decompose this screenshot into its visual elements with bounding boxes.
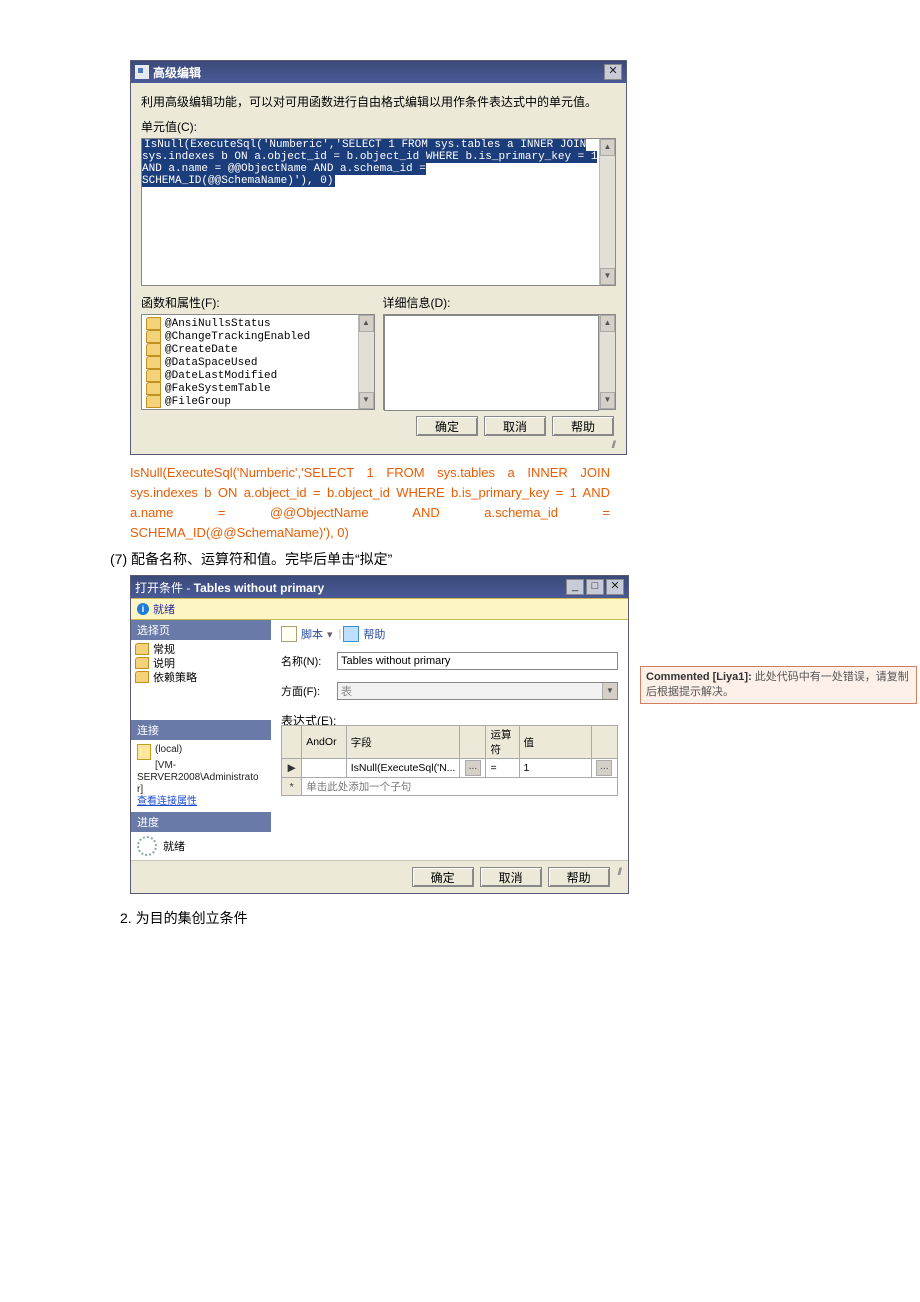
- help-icon[interactable]: [343, 626, 359, 642]
- mini-toolbar: 脚本 ▾ | 帮助: [281, 626, 618, 642]
- server-icon: [137, 744, 151, 760]
- scroll-up-icon[interactable]: ▲: [359, 315, 374, 332]
- sidebar-item-depend[interactable]: 依赖策略: [131, 670, 271, 684]
- list-item[interactable]: @DateLastModified: [142, 369, 358, 382]
- dialog-advanced-edit: 高级编辑 ✕ 利用高级编辑功能，可以对可用函数进行自由格式编辑以用作条件表达式中…: [130, 60, 627, 455]
- info-icon: i: [137, 603, 149, 615]
- close-icon[interactable]: ✕: [604, 64, 622, 80]
- sidebar-item-desc[interactable]: 说明: [131, 656, 271, 670]
- titlebar[interactable]: 高级编辑 ✕: [131, 61, 626, 83]
- minimize-icon[interactable]: _: [566, 579, 584, 595]
- progress-block: 就绪: [131, 832, 271, 860]
- name-label: 名称(N):: [281, 653, 337, 669]
- scrollbar[interactable]: ▲ ▼: [599, 139, 615, 285]
- page-icon: [135, 643, 149, 655]
- ellipsis-button[interactable]: ...: [465, 760, 481, 776]
- help-button[interactable]: 帮助: [548, 867, 610, 887]
- script-icon[interactable]: [281, 626, 297, 642]
- code-selection: IsNull(ExecuteSql('Numberic','SELECT 1 F…: [142, 139, 597, 187]
- folder-icon: [146, 343, 161, 356]
- scroll-down-icon[interactable]: ▼: [359, 392, 374, 409]
- step2-text: 2. 为目的集创立条件: [120, 908, 870, 928]
- scroll-down-icon[interactable]: ▼: [600, 268, 615, 285]
- functions-list[interactable]: @AnsiNullsStatus @ChangeTrackingEnabled …: [142, 315, 358, 409]
- col-val[interactable]: 值: [519, 726, 591, 759]
- review-comment[interactable]: Commented [Liya1]: 此处代码中有一处错误，请复制后根据提示解决…: [640, 666, 917, 704]
- maximize-icon[interactable]: □: [586, 579, 604, 595]
- cancel-button[interactable]: 取消: [480, 867, 542, 887]
- script-button[interactable]: 脚本: [301, 626, 323, 642]
- col-op[interactable]: 运算符: [486, 726, 519, 759]
- progress-icon: [137, 836, 157, 856]
- ellipsis-button[interactable]: ...: [596, 760, 612, 776]
- folder-icon: [146, 382, 161, 395]
- page-icon: [135, 657, 149, 669]
- details-pane[interactable]: [384, 315, 600, 411]
- view-conn-link[interactable]: 查看连接属性: [137, 796, 197, 807]
- folder-icon: [146, 330, 161, 343]
- status-text: 就绪: [153, 601, 175, 617]
- resize-grip-icon[interactable]: ///: [618, 867, 622, 877]
- dialog-title: 高级编辑: [153, 64, 602, 81]
- col-andor[interactable]: AndOr: [302, 726, 346, 759]
- list-item[interactable]: @AnsiNullsStatus: [142, 317, 358, 330]
- dialog-open-condition: 打开条件 - Tables without primary _ □ ✕ i 就绪…: [130, 575, 629, 894]
- list-item[interactable]: @FakeSystemTable: [142, 382, 358, 395]
- scrollbar[interactable]: ▲ ▼: [599, 315, 615, 409]
- nav-header: 选择页: [131, 620, 271, 640]
- ok-button[interactable]: 确定: [412, 867, 474, 887]
- cancel-button[interactable]: 取消: [484, 416, 546, 436]
- nav-list: 常规 说明 依赖策略: [131, 640, 271, 720]
- conn-header: 连接: [131, 720, 271, 740]
- wizard-icon: [135, 65, 149, 79]
- list-item[interactable]: @CreateDate: [142, 343, 358, 356]
- list-item[interactable]: @DataSpaceUsed: [142, 356, 358, 369]
- folder-icon: [146, 356, 161, 369]
- progress-header: 进度: [131, 812, 271, 832]
- titlebar[interactable]: 打开条件 - Tables without primary _ □ ✕: [131, 576, 628, 598]
- cell-value-label: 单元值(C):: [141, 118, 616, 135]
- scroll-up-icon[interactable]: ▲: [600, 139, 615, 156]
- folder-icon: [146, 369, 161, 382]
- details-label: 详细信息(D):: [383, 294, 617, 311]
- scroll-down-icon[interactable]: ▼: [600, 392, 615, 409]
- step7-text: (7) 配备名称、运算符和值。完毕后单击“拟定”: [110, 549, 870, 569]
- ok-button[interactable]: 确定: [416, 416, 478, 436]
- scroll-up-icon[interactable]: ▲: [600, 315, 615, 332]
- list-item[interactable]: @ChangeTrackingEnabled: [142, 330, 358, 343]
- sidebar-item-general[interactable]: 常规: [131, 642, 271, 656]
- dialog-title: 打开条件 - Tables without primary: [135, 579, 564, 596]
- sql-snippet: IsNull(ExecuteSql('Numberic','SELECT 1 F…: [130, 463, 610, 543]
- comment-author: Commented [Liya1]:: [646, 671, 752, 683]
- intro-text: 利用高级编辑功能，可以对可用函数进行自由格式编辑以用作条件表达式中的单元值。: [141, 93, 616, 110]
- table-row[interactable]: ▶ IsNull(ExecuteSql('N... ... = 1 ...: [282, 759, 618, 778]
- scrollbar[interactable]: ▲ ▼: [358, 315, 374, 409]
- resize-grip-icon[interactable]: ///: [141, 440, 616, 450]
- close-icon[interactable]: ✕: [606, 579, 624, 595]
- table-row-new[interactable]: * 单击此处添加一个子句: [282, 778, 618, 796]
- list-item[interactable]: @FileGroup: [142, 395, 358, 408]
- name-input[interactable]: [337, 652, 618, 670]
- connection-block: (local) [VM-SERVER2008\Administrato r] 查…: [131, 740, 271, 812]
- folder-icon: [146, 395, 161, 408]
- functions-label: 函数和属性(F):: [141, 294, 375, 311]
- help-link[interactable]: 帮助: [363, 626, 385, 642]
- folder-icon: [146, 317, 161, 330]
- chevron-down-icon[interactable]: ▼: [602, 683, 617, 699]
- facet-select[interactable]: 表 ▼: [337, 682, 618, 700]
- expression-grid[interactable]: AndOr 字段 运算符 值 ▶ IsNull(ExecuteSql('N...…: [281, 725, 618, 854]
- cell-value-editor[interactable]: IsNull(ExecuteSql('Numberic','SELECT 1 F…: [142, 139, 599, 285]
- facet-label: 方面(F):: [281, 683, 337, 699]
- col-field[interactable]: 字段: [346, 726, 460, 759]
- status-strip: i 就绪: [131, 598, 628, 620]
- help-button[interactable]: 帮助: [552, 416, 614, 436]
- page-icon: [135, 671, 149, 683]
